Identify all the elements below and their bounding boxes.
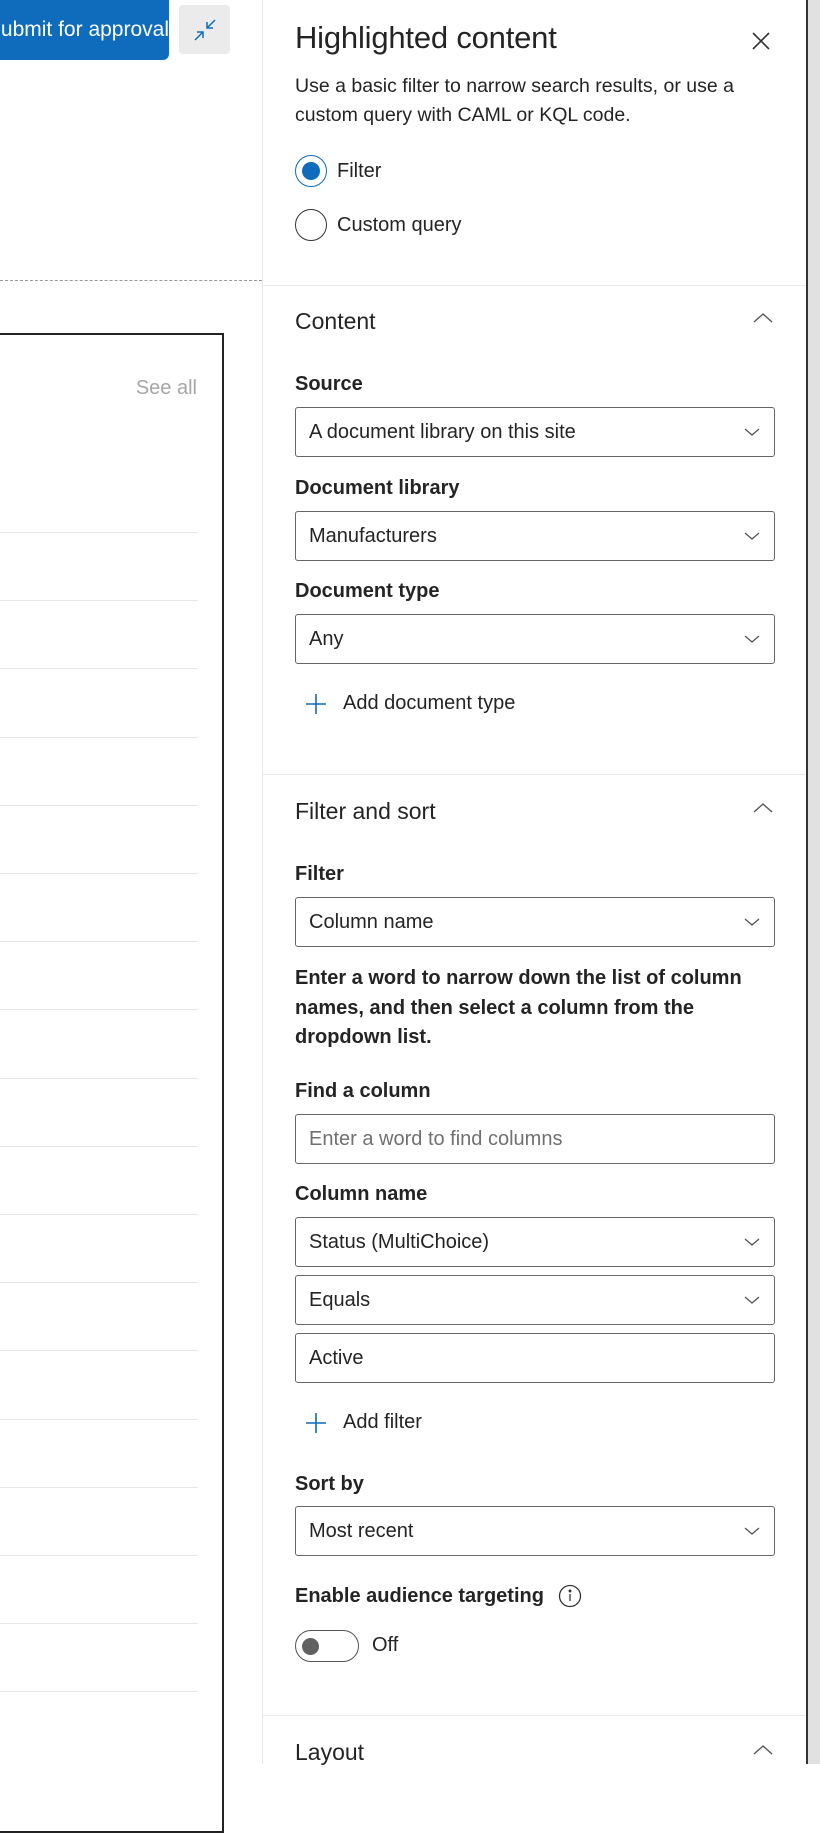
audience-targeting-label: Enable audience targeting <box>295 1584 544 1607</box>
audience-targeting-toggle[interactable] <box>295 1630 359 1662</box>
list-row-separator <box>0 1691 198 1693</box>
operator-dropdown[interactable]: Equals <box>295 1275 775 1325</box>
chevron-down-icon <box>744 1296 760 1304</box>
dropdown-value: Manufacturers <box>309 525 437 547</box>
document-type-label: Document type <box>295 580 440 602</box>
radio-label: Filter <box>337 159 382 182</box>
add-document-type-button[interactable]: Add document type <box>305 692 515 715</box>
chevron-up-icon[interactable] <box>751 800 775 814</box>
column-name-dropdown[interactable]: Status (MultiChoice) <box>295 1217 775 1267</box>
chevron-down-icon <box>744 1238 760 1246</box>
pane-description: Use a basic filter to narrow search resu… <box>295 75 734 126</box>
document-type-dropdown[interactable]: Any <box>295 614 775 664</box>
document-library-dropdown[interactable]: Manufacturers <box>295 511 775 561</box>
collapse-arrows-icon <box>193 18 216 41</box>
collapse-button[interactable] <box>179 5 230 54</box>
plus-icon <box>306 1412 326 1433</box>
dropdown-value: Equals <box>309 1289 371 1311</box>
filter-label: Filter <box>295 863 344 885</box>
list-row-separator <box>0 1555 198 1556</box>
list-row-separator <box>0 941 198 943</box>
close-button[interactable] <box>746 26 776 56</box>
list-row-separator <box>0 736 198 738</box>
see-all-link[interactable]: See all <box>120 377 197 400</box>
list-row-separator <box>0 1623 198 1625</box>
find-column-input[interactable]: Enter a word to find columns <box>295 1114 775 1164</box>
filter-sort-section-header[interactable]: Filter and sort <box>295 798 436 825</box>
list-row-separator <box>0 668 198 670</box>
sort-by-label: Sort by <box>295 1473 364 1495</box>
toggle-state-label: Off <box>372 1634 399 1656</box>
page-scroll-edge <box>806 0 820 1764</box>
layout-section-header[interactable]: Layout <box>295 1739 364 1766</box>
chevron-down-icon <box>744 428 760 436</box>
source-dropdown[interactable]: A document library on this site <box>295 407 775 457</box>
radio-custom-query[interactable]: Custom query <box>295 209 462 241</box>
divider <box>263 774 807 775</box>
submit-for-approval-button[interactable]: Submit for approval <box>0 0 169 60</box>
divider <box>263 1715 807 1716</box>
source-label: Source <box>295 373 363 395</box>
list-row-separator <box>0 1486 198 1488</box>
dropdown-value: Status (MultiChoice) <box>309 1231 490 1253</box>
list-row-separator <box>0 1282 198 1284</box>
add-filter-button[interactable]: Add filter <box>305 1411 422 1434</box>
add-filter-label: Add filter <box>343 1411 422 1433</box>
close-icon <box>752 32 770 50</box>
submit-label: Submit for approval <box>0 18 169 41</box>
list-row-separator <box>0 1145 198 1147</box>
chevron-down-icon <box>744 1527 760 1535</box>
webpart-card <box>0 333 224 1833</box>
input-value: Active <box>309 1347 364 1369</box>
list-row-separator <box>0 1077 198 1079</box>
list-row-separator <box>0 532 198 533</box>
dropdown-value: Any <box>309 628 344 650</box>
list-row-separator <box>0 1418 198 1420</box>
chevron-down-icon <box>744 918 760 926</box>
input-placeholder: Enter a word to find columns <box>309 1128 563 1150</box>
plus-icon <box>306 693 326 714</box>
dropdown-value: Column name <box>309 911 434 933</box>
radio-label: Custom query <box>337 213 462 236</box>
list-row-separator <box>0 1009 198 1011</box>
list-row-separator <box>0 1214 198 1215</box>
list-row-separator <box>0 1350 198 1352</box>
divider <box>263 285 807 286</box>
info-icon[interactable] <box>558 1584 582 1608</box>
column-name-label: Column name <box>295 1183 428 1205</box>
chevron-up-icon[interactable] <box>751 1742 775 1756</box>
sort-by-dropdown[interactable]: Most recent <box>295 1506 775 1556</box>
list-row-separator <box>0 873 198 874</box>
content-section-header[interactable]: Content <box>295 308 376 335</box>
find-column-label: Find a column <box>295 1080 431 1102</box>
list-row-separator <box>0 804 198 806</box>
add-document-type-label: Add document type <box>343 692 516 714</box>
property-pane: Highlighted content Use a basic filter t… <box>262 0 807 1766</box>
chevron-down-icon <box>744 532 760 540</box>
section-divider <box>0 280 262 281</box>
filter-dropdown[interactable]: Column name <box>295 897 775 947</box>
filter-value-input[interactable]: Active <box>295 1333 775 1383</box>
dropdown-value: Most recent <box>309 1520 414 1542</box>
filter-help-text: Enter a word to narrow down the list of … <box>295 967 742 1048</box>
list-row-separator <box>0 600 198 602</box>
radio-unselected-icon <box>295 209 327 241</box>
chevron-up-icon[interactable] <box>751 310 775 324</box>
audience-targeting-row: Enable audience targeting <box>295 1584 582 1608</box>
radio-filter[interactable]: Filter <box>295 155 381 187</box>
dropdown-value: A document library on this site <box>309 421 576 443</box>
chevron-down-icon <box>744 635 760 643</box>
radio-selected-icon <box>295 155 327 187</box>
document-library-label: Document library <box>295 477 460 499</box>
pane-title: Highlighted content <box>295 20 557 55</box>
